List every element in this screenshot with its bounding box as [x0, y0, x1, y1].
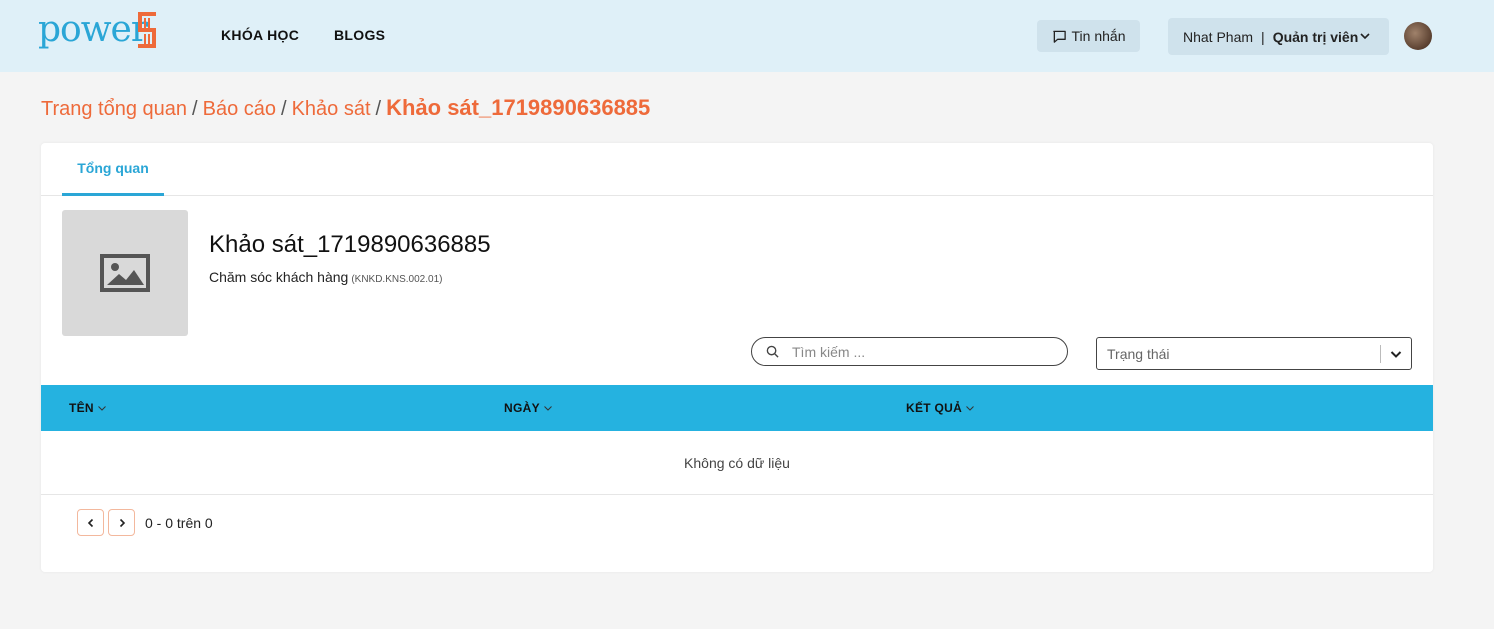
next-page-button[interactable] — [108, 509, 135, 536]
user-name: Nhat Pham — [1183, 28, 1254, 45]
column-label: NGÀY — [504, 401, 540, 415]
sort-chevron-icon — [966, 406, 974, 411]
chevron-right-icon — [119, 518, 125, 527]
logo-five-mark — [138, 12, 156, 48]
status-select-placeholder: Trạng thái — [1107, 345, 1170, 362]
survey-title: Khảo sát_1719890636885 — [209, 231, 491, 258]
column-header-date[interactable]: NGÀY — [504, 401, 553, 415]
column-label: KẾT QUẢ — [906, 401, 963, 415]
search-icon — [766, 345, 779, 358]
chat-icon — [1052, 30, 1066, 43]
logo-text: power — [38, 9, 148, 50]
user-separator: | — [1261, 28, 1265, 45]
user-avatar[interactable] — [1404, 22, 1432, 50]
breadcrumb-reports[interactable]: Báo cáo — [203, 98, 276, 121]
sort-chevron-icon — [544, 406, 552, 411]
tab-bar: Tổng quan — [41, 143, 1433, 196]
breadcrumb-separator: / — [192, 98, 198, 120]
survey-card: Tổng quan Khảo sát_1719890636885 Chăm só… — [41, 143, 1433, 572]
survey-thumbnail — [62, 210, 188, 336]
search-input[interactable] — [792, 343, 1042, 360]
breadcrumb-separator: / — [375, 98, 382, 120]
nav-blogs[interactable]: BLOGS — [334, 27, 385, 43]
prev-page-button[interactable] — [77, 509, 104, 536]
image-placeholder-icon — [100, 254, 150, 292]
chevron-down-icon — [1390, 351, 1402, 358]
survey-course-code: (KNKD.KNS.002.01) — [351, 274, 443, 285]
column-header-result[interactable]: KẾT QUẢ — [906, 401, 975, 415]
search-box — [751, 337, 1068, 366]
messages-label: Tin nhắn — [1071, 28, 1126, 44]
tab-overview[interactable]: Tổng quan — [62, 143, 164, 196]
column-label: TÊN — [69, 401, 94, 415]
breadcrumb-separator: / — [281, 98, 287, 120]
select-divider — [1380, 345, 1381, 363]
messages-button[interactable]: Tin nhắn — [1037, 20, 1140, 52]
user-menu-button[interactable]: Nhat Pham | Quản trị viên — [1168, 18, 1389, 55]
table-empty-state: Không có dữ liệu — [41, 431, 1433, 495]
user-role: Quản trị viên — [1272, 28, 1359, 45]
table-header: TÊN NGÀY KẾT QUẢ — [41, 385, 1433, 431]
breadcrumb-current: Khảo sát_1719890636885 — [386, 95, 651, 120]
power5-logo[interactable]: power — [38, 12, 160, 50]
survey-course-name: Chăm sóc khách hàng — [209, 269, 349, 285]
breadcrumb-dashboard[interactable]: Trang tổng quan — [41, 98, 187, 121]
pagination-info: 0 - 0 trên 0 — [145, 515, 213, 531]
chevron-left-icon — [87, 518, 93, 527]
chevron-down-icon — [1360, 33, 1370, 40]
column-header-name[interactable]: TÊN — [69, 401, 107, 415]
breadcrumb-surveys[interactable]: Khảo sát — [292, 98, 371, 121]
sort-chevron-icon — [98, 406, 106, 411]
status-select[interactable]: Trạng thái — [1096, 337, 1412, 370]
top-header: power KHÓA HỌC BLOGS Tin nhắn Nhat Pham … — [0, 0, 1494, 72]
nav-courses[interactable]: KHÓA HỌC — [221, 27, 299, 43]
breadcrumb: Trang tổng quan / Báo cáo / Khảo sát / K… — [41, 95, 650, 121]
survey-course: Chăm sóc khách hàng (KNKD.KNS.002.01) — [209, 269, 442, 285]
